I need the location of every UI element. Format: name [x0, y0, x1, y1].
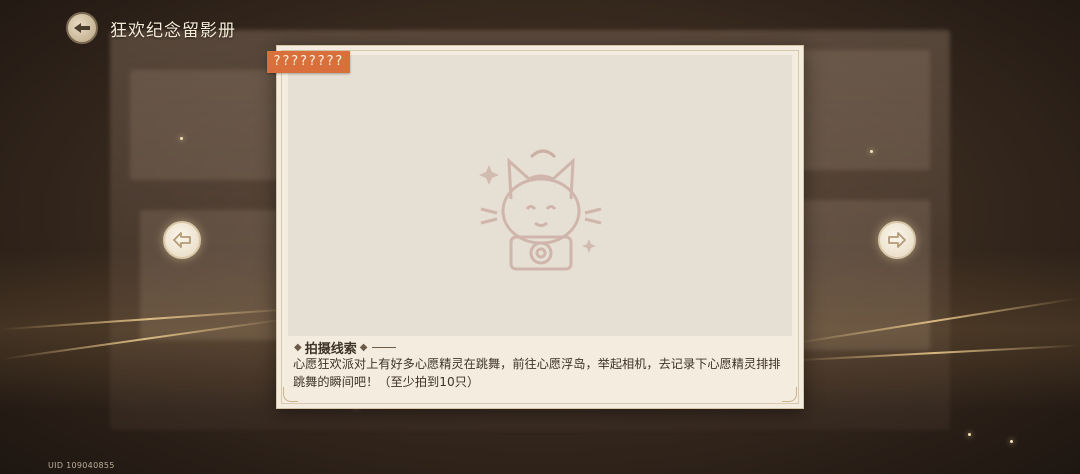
corner-ornament [782, 387, 797, 402]
arrow-left-icon [173, 232, 191, 248]
hidden-name-tag: ???????? [267, 51, 350, 73]
sparkle [1010, 440, 1013, 443]
sparkle [968, 433, 971, 436]
cat-camera-placeholder-icon [479, 149, 602, 271]
corner-ornament [283, 387, 298, 402]
arrow-right-icon [888, 232, 906, 248]
back-arrow-icon [74, 23, 90, 33]
sparkle [180, 137, 183, 140]
photo-placeholder [288, 55, 792, 336]
page-title: 狂欢纪念留影册 [110, 21, 236, 41]
previous-page-button[interactable] [163, 221, 201, 259]
next-page-button[interactable] [878, 221, 916, 259]
user-id-label: UID 109040855 [48, 461, 115, 470]
bullet-icon: ◆ [359, 342, 368, 353]
clue-description: 心愿狂欢派对上有好多心愿精灵在跳舞，前往心愿浮岛，举起相机，去记录下心愿精灵排排… [293, 357, 781, 389]
photo-card: ???????? ◆ 拍摄线索 ◆ 心愿狂欢派对上有好多心愿精灵在跳舞，前往心愿… [267, 45, 804, 409]
heading-divider [372, 347, 397, 348]
back-button[interactable] [66, 12, 98, 44]
bullet-icon: ◆ [294, 342, 302, 353]
sparkle [870, 150, 873, 153]
